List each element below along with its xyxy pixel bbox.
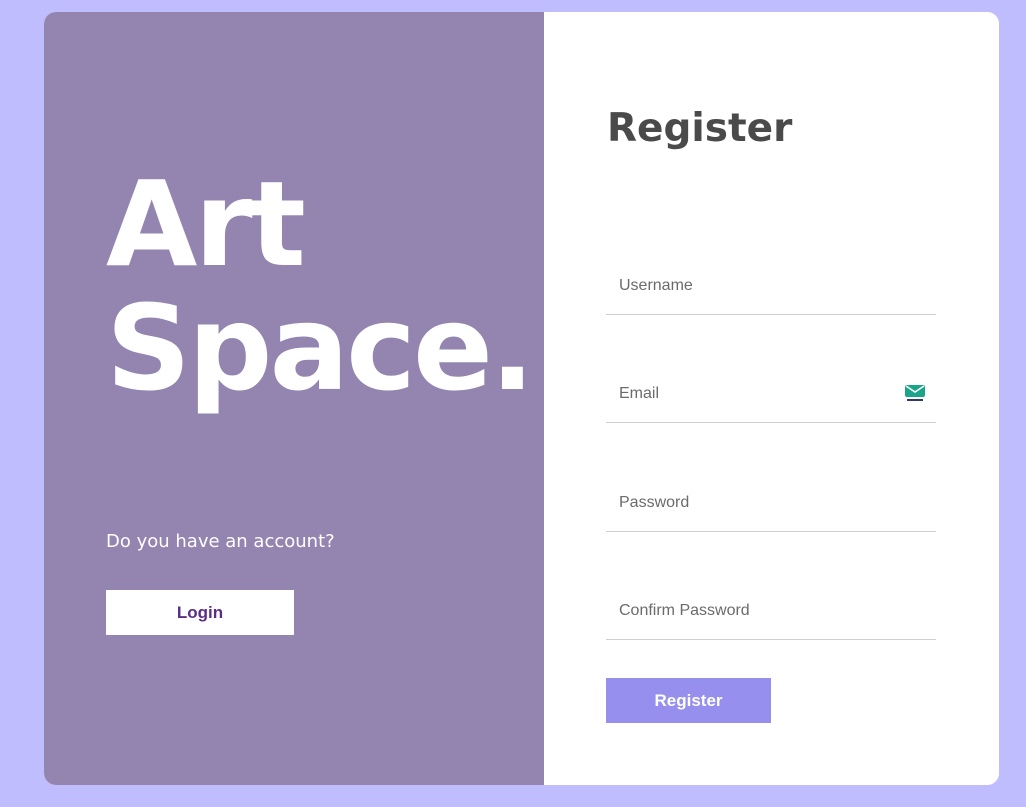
confirm-password-input[interactable] <box>606 583 936 639</box>
password-input[interactable] <box>606 475 936 531</box>
form-title: Register <box>607 106 793 151</box>
register-form-panel: Register Register <box>544 12 999 785</box>
username-input[interactable] <box>606 258 936 314</box>
username-field <box>606 258 936 315</box>
account-question: Do you have an account? <box>106 531 335 552</box>
login-button[interactable]: Login <box>106 590 294 635</box>
register-card: Art Space. Do you have an account? Login… <box>44 12 999 785</box>
email-field <box>606 366 936 423</box>
register-button[interactable]: Register <box>606 678 771 723</box>
confirm-password-field <box>606 583 936 640</box>
email-input[interactable] <box>606 366 936 422</box>
brand-panel: Art Space. Do you have an account? Login <box>44 12 544 785</box>
tempmail-envelope-icon[interactable] <box>904 384 926 402</box>
brand-line-2: Space. <box>106 279 535 417</box>
brand-logo-text: Art Space. <box>106 155 535 417</box>
password-field <box>606 475 936 532</box>
brand-line-1: Art <box>106 155 306 293</box>
